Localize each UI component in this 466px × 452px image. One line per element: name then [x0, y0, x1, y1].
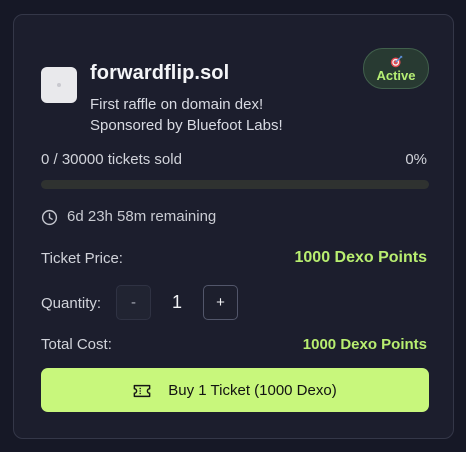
- buy-ticket-label: Buy 1 Ticket (1000 Dexo): [168, 381, 337, 399]
- ticket-price-label: Ticket Price:: [41, 250, 123, 267]
- decrease-quantity-button[interactable]: -: [116, 285, 151, 320]
- ticket-price-value: 1000 Dexo Points: [294, 249, 428, 266]
- total-cost-label: Total Cost:: [41, 336, 112, 353]
- status-badge: Active: [363, 48, 429, 89]
- target-icon: [390, 55, 402, 67]
- progress-bar: [41, 180, 429, 189]
- sold-percent: 0%: [405, 151, 427, 168]
- buy-ticket-button[interactable]: Buy 1 Ticket (1000 Dexo): [41, 368, 429, 412]
- raffle-card: forwardflip.sol First raffle on domain d…: [13, 14, 454, 439]
- quantity-value: 1: [171, 292, 182, 312]
- raffle-description: First raffle on domain dex! Sponsored by…: [90, 94, 283, 136]
- status-label: Active: [376, 67, 416, 83]
- raffle-image: [41, 67, 77, 103]
- clock-icon: [41, 209, 58, 226]
- raffle-title: forwardflip.sol: [90, 62, 230, 84]
- increase-quantity-button[interactable]: +: [203, 285, 238, 320]
- total-cost-value: 1000 Dexo Points: [302, 336, 427, 353]
- image-placeholder-icon: [57, 83, 61, 87]
- description-line: Sponsored by Bluefoot Labs!: [90, 117, 283, 134]
- ticket-icon: [133, 384, 151, 397]
- quantity-label: Quantity:: [41, 295, 102, 312]
- description-line: First raffle on domain dex!: [90, 96, 264, 113]
- time-remaining: 6d 23h 58m remaining: [67, 208, 217, 225]
- tickets-sold: 0 / 30000 tickets sold: [41, 151, 182, 168]
